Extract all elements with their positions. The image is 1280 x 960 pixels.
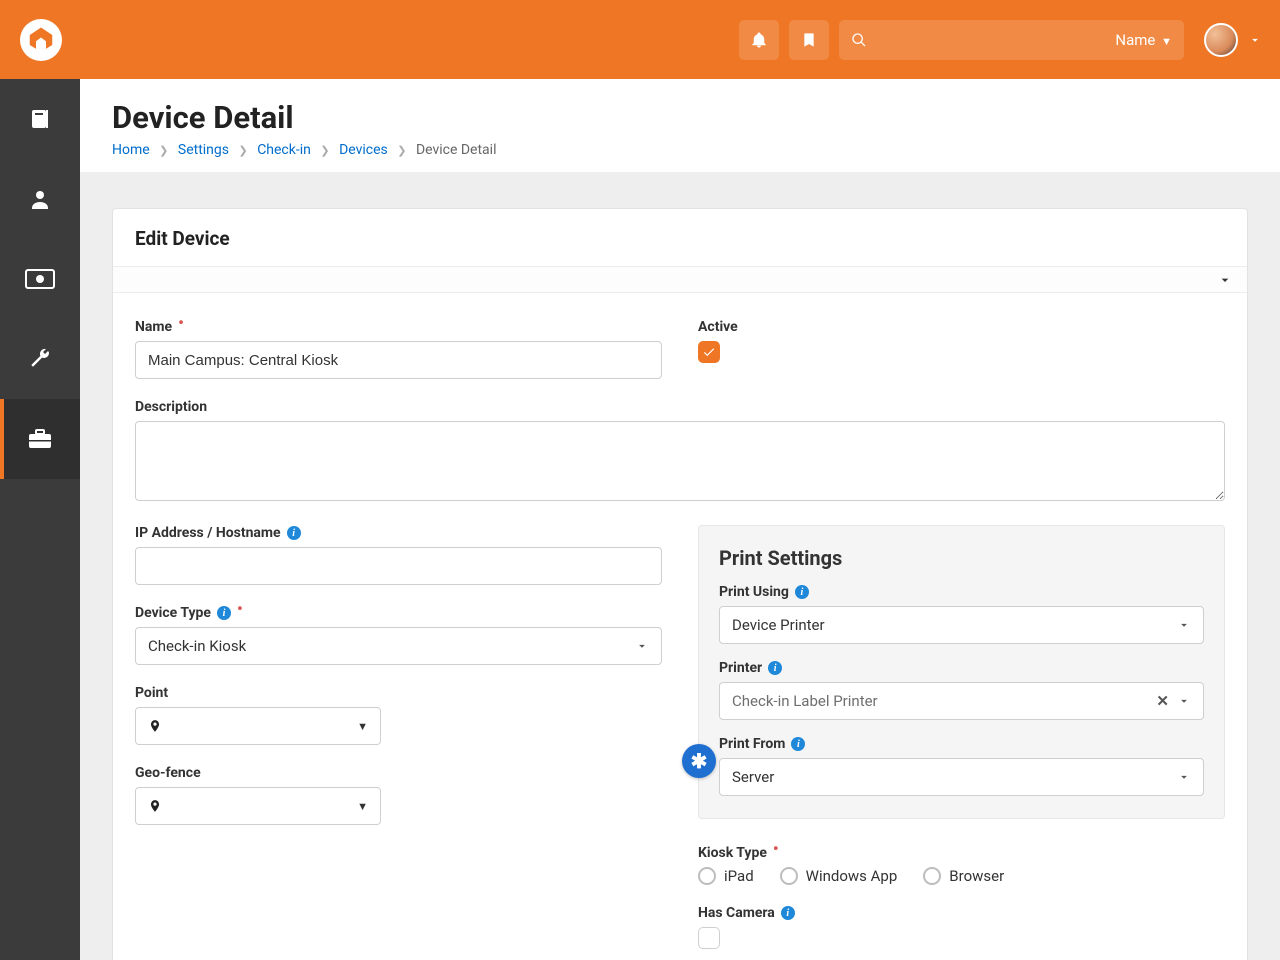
info-icon[interactable]: i — [781, 906, 795, 920]
edit-device-panel: Edit Device Name • — [112, 208, 1248, 960]
radio-icon — [923, 867, 941, 885]
device-type-value: Check-in Kiosk — [148, 637, 246, 655]
chevron-down-icon — [1217, 272, 1233, 288]
kiosk-type-browser[interactable]: Browser — [923, 867, 1004, 885]
person-icon — [28, 187, 52, 211]
search-icon — [851, 32, 867, 48]
bookmark-icon — [801, 31, 817, 49]
callout-badge: ✱ — [682, 744, 716, 778]
geofence-picker[interactable]: ▼ — [135, 787, 381, 825]
chevron-down-icon — [1248, 33, 1262, 47]
printer-label: Printer — [719, 660, 762, 676]
user-menu-caret[interactable] — [1248, 33, 1262, 47]
search-mode-label[interactable]: Name ▼ — [1115, 31, 1172, 49]
breadcrumb-settings[interactable]: Settings — [178, 142, 229, 158]
main-area: Device Detail Home ❯ Settings ❯ Check-in… — [80, 79, 1280, 960]
active-checkbox[interactable] — [698, 341, 720, 363]
active-label: Active — [698, 319, 738, 335]
info-icon[interactable]: i — [768, 661, 782, 675]
map-pin-icon — [148, 717, 162, 735]
print-from-label: Print From — [719, 736, 785, 752]
info-icon[interactable]: i — [287, 526, 301, 540]
device-type-label: Device Type — [135, 605, 211, 621]
kiosk-type-windows[interactable]: Windows App — [780, 867, 898, 885]
printer-select[interactable]: Check-in Label Printer ✕ — [719, 682, 1204, 720]
chevron-right-icon: ❯ — [238, 144, 247, 157]
page-header: Device Detail Home ❯ Settings ❯ Check-in… — [80, 79, 1280, 172]
map-pin-icon — [148, 797, 162, 815]
chevron-right-icon: ❯ — [159, 144, 168, 157]
briefcase-icon — [27, 428, 53, 450]
name-input[interactable] — [135, 341, 662, 379]
point-label: Point — [135, 685, 168, 701]
bell-icon — [750, 31, 768, 49]
has-camera-label: Has Camera — [698, 905, 775, 921]
money-icon — [25, 269, 55, 289]
left-sidebar — [0, 79, 80, 960]
page-title: Device Detail — [112, 99, 1248, 136]
sidebar-item-admin[interactable] — [0, 399, 80, 479]
chevron-right-icon: ❯ — [320, 144, 329, 157]
description-textarea[interactable] — [135, 421, 1225, 501]
description-label: Description — [135, 399, 207, 415]
sidebar-item-finance[interactable] — [0, 239, 80, 319]
sidebar-item-tools[interactable] — [0, 319, 80, 399]
breadcrumb-checkin[interactable]: Check-in — [257, 142, 311, 158]
print-settings-panel: ✱ Print Settings Print Using i Device Pr… — [698, 525, 1225, 819]
chevron-down-icon — [1177, 694, 1191, 708]
breadcrumb: Home ❯ Settings ❯ Check-in ❯ Devices ❯ D… — [112, 142, 1248, 158]
user-avatar[interactable] — [1204, 23, 1238, 57]
chevron-down-icon — [1177, 770, 1191, 784]
print-from-select[interactable]: Server — [719, 758, 1204, 796]
breadcrumb-home[interactable]: Home — [112, 142, 150, 158]
panel-title: Edit Device — [113, 209, 1247, 267]
wrench-icon — [28, 347, 52, 371]
print-settings-title: Print Settings — [719, 546, 1204, 570]
global-search[interactable]: Name ▼ — [839, 20, 1184, 60]
sidebar-item-book[interactable] — [0, 79, 80, 159]
check-icon — [702, 345, 716, 359]
print-using-label: Print Using — [719, 584, 789, 600]
geofence-label: Geo-fence — [135, 765, 201, 781]
kiosk-type-label: Kiosk Type — [698, 845, 767, 861]
chevron-down-icon — [1177, 618, 1191, 632]
breadcrumb-devices[interactable]: Devices — [339, 142, 388, 158]
info-icon[interactable]: i — [795, 585, 809, 599]
radio-icon — [698, 867, 716, 885]
caret-down-icon: ▼ — [357, 720, 368, 733]
info-icon[interactable]: i — [791, 737, 805, 751]
book-icon — [28, 107, 52, 131]
device-type-select[interactable]: Check-in Kiosk — [135, 627, 662, 665]
sidebar-item-people[interactable] — [0, 159, 80, 239]
clear-icon[interactable]: ✕ — [1156, 692, 1169, 710]
app-logo[interactable] — [20, 19, 62, 61]
ip-label: IP Address / Hostname — [135, 525, 281, 541]
caret-down-icon: ▼ — [1161, 35, 1172, 48]
breadcrumb-current: Device Detail — [416, 142, 497, 158]
has-camera-checkbox[interactable] — [698, 927, 720, 949]
print-using-select[interactable]: Device Printer — [719, 606, 1204, 644]
kiosk-type-radios: iPad Windows App Browser — [698, 867, 1225, 885]
rock-rms-logo-icon — [26, 25, 56, 55]
info-icon[interactable]: i — [217, 606, 231, 620]
point-picker[interactable]: ▼ — [135, 707, 381, 745]
print-using-value: Device Printer — [732, 616, 825, 634]
bookmarks-button[interactable] — [789, 20, 829, 60]
printer-value: Check-in Label Printer — [732, 692, 878, 710]
panel-collapse-toggle[interactable] — [113, 267, 1247, 293]
chevron-right-icon: ❯ — [397, 144, 406, 157]
ip-input[interactable] — [135, 547, 662, 585]
print-from-value: Server — [732, 768, 774, 786]
kiosk-type-ipad[interactable]: iPad — [698, 867, 754, 885]
app-header: Name ▼ — [0, 0, 1280, 79]
caret-down-icon: ▼ — [357, 800, 368, 813]
radio-icon — [780, 867, 798, 885]
chevron-down-icon — [635, 639, 649, 653]
name-label: Name — [135, 319, 172, 335]
notifications-button[interactable] — [739, 20, 779, 60]
